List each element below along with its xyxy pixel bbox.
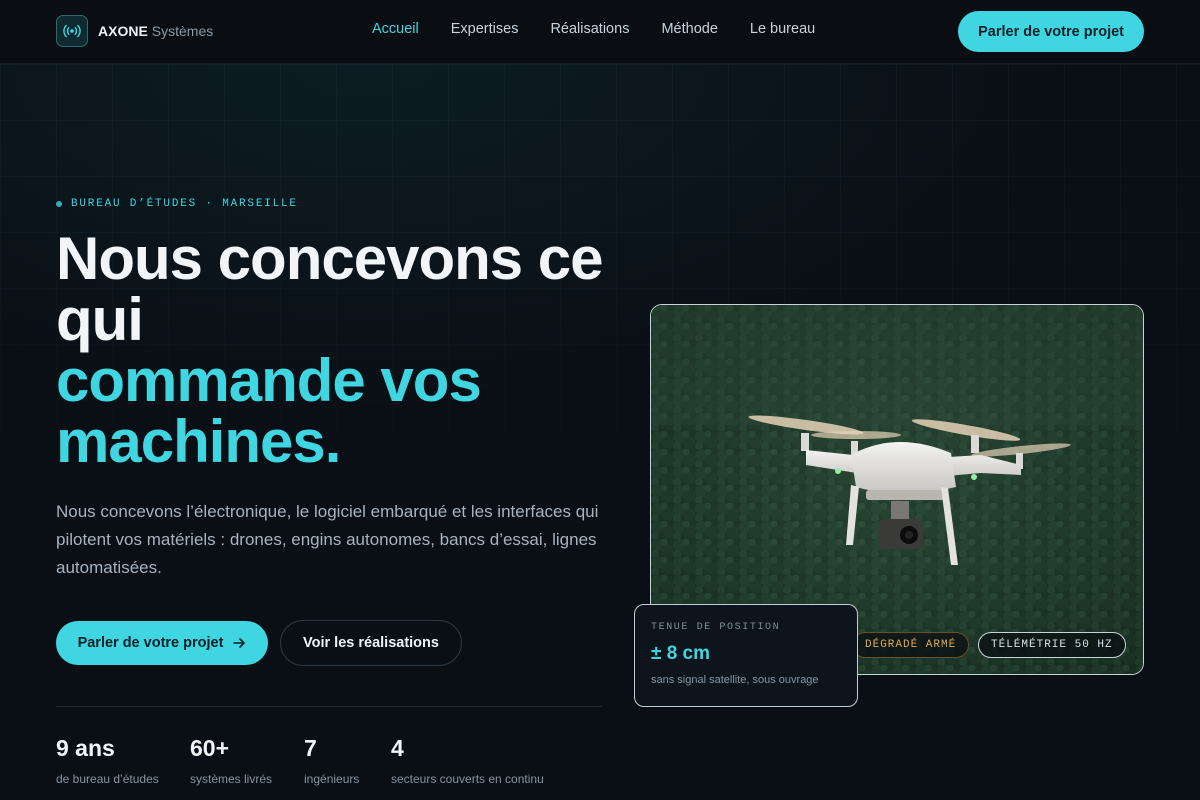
nav-item-methode[interactable]: Méthode — [661, 21, 717, 37]
stat-item: 9 ans de bureau d’études — [56, 734, 190, 786]
stats-row: 9 ans de bureau d’études 60+ systèmes li… — [56, 734, 544, 786]
project-contact-label: Parler de votre projet — [77, 635, 224, 651]
stats-divider — [56, 706, 602, 707]
project-contact-button[interactable]: Parler de votre projet — [56, 621, 268, 665]
hero-title-main: Nous concevons ce qui — [56, 225, 604, 353]
status-badge-telemetry: TÉLÉMÉTRIE 50 HZ — [978, 632, 1126, 658]
stat-item: 60+ systèmes livrés — [190, 734, 304, 786]
stat-item: 7 ingénieurs — [304, 734, 391, 786]
eyebrow-dot-icon — [56, 201, 62, 207]
view-projects-button[interactable]: Voir les réalisations — [280, 620, 462, 666]
position-hold-note: sans signal satellite, sous ouvrage — [651, 674, 819, 686]
brand-logo[interactable]: AXONE Systèmes — [56, 15, 213, 47]
status-badge-degraded: DÉGRADÉ ARMÉ — [852, 632, 970, 658]
stat-label: secteurs couverts en continu — [391, 772, 544, 786]
header-contact-button[interactable]: Parler de votre projet — [958, 11, 1144, 52]
nav-item-le-bureau[interactable]: Le bureau — [750, 21, 815, 37]
broadcast-icon — [56, 15, 88, 47]
nav-item-expertises[interactable]: Expertises — [451, 21, 519, 37]
nav-item-accueil[interactable]: Accueil — [372, 21, 419, 37]
arrow-right-icon — [233, 638, 246, 648]
stat-value: 60+ — [190, 735, 230, 761]
stat-label: de bureau d’études — [56, 772, 159, 786]
stat-value: 4 — [391, 735, 404, 761]
hero-title: Nous concevons ce qui commande vos machi… — [56, 228, 616, 472]
stat-value: 9 ans — [56, 735, 115, 761]
hero-title-accent: commande vos machines. — [56, 347, 482, 475]
position-hold-value: ± 8 cm — [651, 643, 711, 664]
brand-name-suffix: Systèmes — [151, 23, 214, 39]
position-hold-card: TENUE DE POSITION ± 8 cm sans signal sat… — [634, 604, 858, 707]
stat-value: 7 — [304, 735, 317, 761]
position-hold-label: TENUE DE POSITION — [651, 622, 781, 633]
nav-item-realisations[interactable]: Réalisations — [550, 21, 629, 37]
eyebrow-text: BUREAU D’ÉTUDES · MARSEILLE — [71, 198, 298, 210]
brand-name: AXONE Systèmes — [98, 23, 213, 39]
stat-label: systèmes livrés — [190, 772, 273, 786]
stat-label: ingénieurs — [304, 772, 360, 786]
stat-item: 4 secteurs couverts en continu — [391, 734, 544, 786]
site-header: AXONE Systèmes Accueil Expertises Réalisa… — [0, 0, 1200, 64]
brand-name-main: AXONE — [98, 23, 148, 39]
hero-lead: Nous concevons l’électronique, le logici… — [56, 502, 599, 577]
main-nav: Accueil Expertises Réalisations Méthode … — [372, 21, 815, 37]
hero-eyebrow: BUREAU D’ÉTUDES · MARSEILLE — [56, 198, 298, 210]
